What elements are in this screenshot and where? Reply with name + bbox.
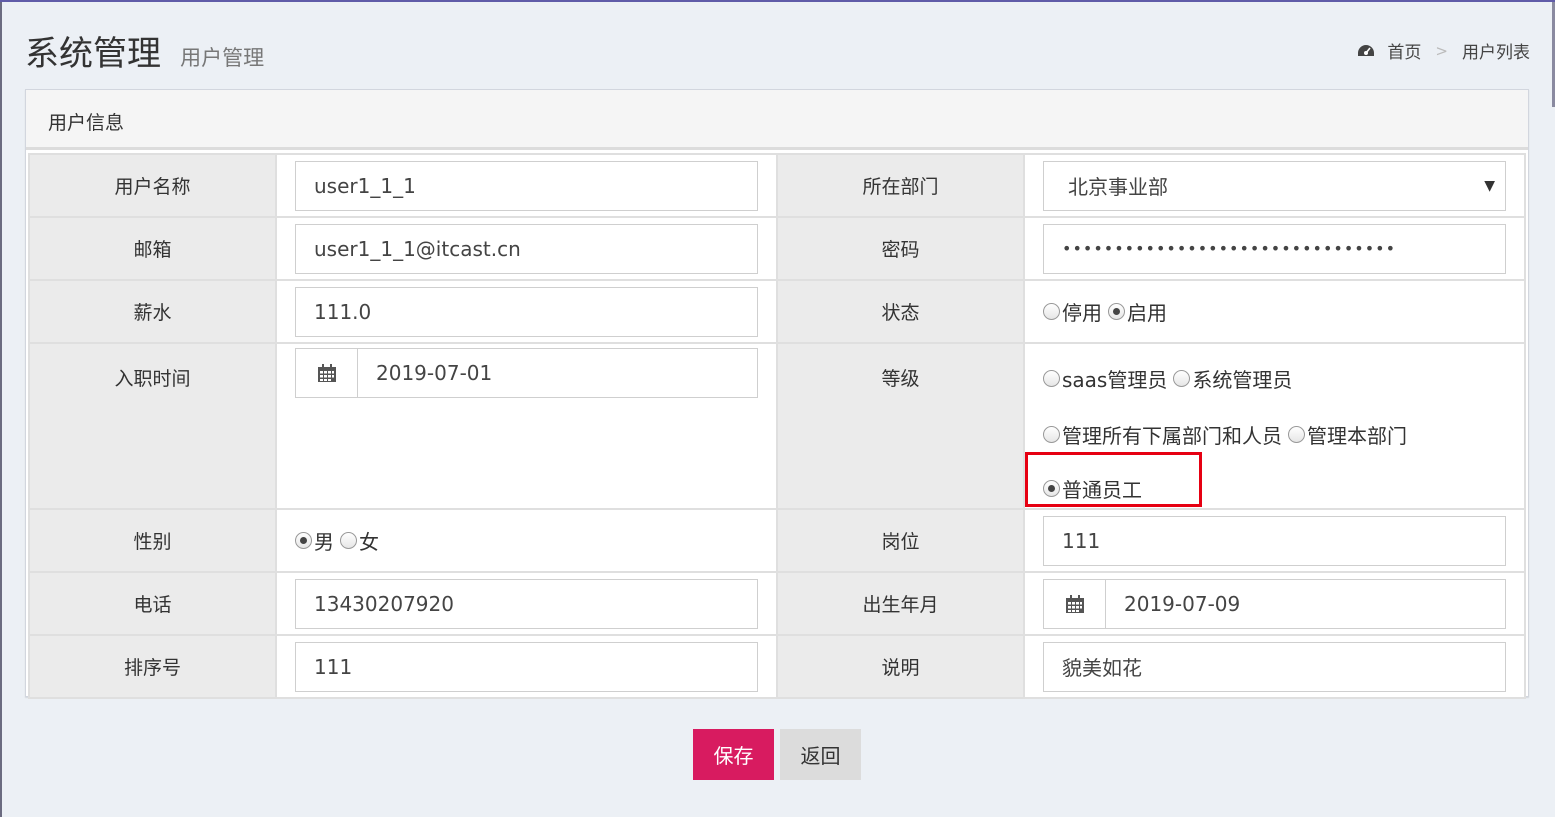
order-input[interactable]: 111 [295, 641, 758, 692]
grade-option-label: 管理本部门 [1307, 424, 1407, 448]
username-input[interactable]: user1_1_1 [295, 160, 758, 211]
status-option-label: 停用 [1062, 301, 1102, 325]
salary-input[interactable]: 111.0 [295, 286, 758, 337]
username-label: 用户名称 [28, 153, 277, 218]
status-label: 状态 [776, 279, 1025, 344]
gender-label: 性别 [28, 508, 277, 573]
birth-date-value: 2019-07-09 [1124, 591, 1241, 616]
remark-input[interactable]: 貌美如花 [1043, 641, 1506, 692]
grade-label: 等级 [776, 342, 1025, 510]
birth-date-input[interactable]: 2019-07-09 [1043, 578, 1506, 629]
grade-radio-own-dept[interactable] [1288, 426, 1305, 443]
back-button[interactable]: 返回 [780, 729, 861, 780]
post-label: 岗位 [776, 508, 1025, 573]
remark-label: 说明 [776, 634, 1025, 699]
calendar-icon [296, 349, 358, 397]
table-row: 排序号 111 说明 貌美如花 [28, 634, 1526, 699]
birth-label: 出生年月 [776, 571, 1025, 636]
hire-date-value: 2019-07-01 [376, 361, 493, 385]
breadcrumb-separator: > [1435, 41, 1448, 60]
breadcrumb: 首页 > 用户列表 [1357, 38, 1530, 63]
hire-date-input[interactable]: 2019-07-01 [295, 348, 758, 398]
table-row: 邮箱 user1_1_1@itcast.cn 密码 ••••••••••••••… [28, 216, 1526, 281]
grade-radio-employee[interactable] [1043, 480, 1060, 497]
grade-radio-system[interactable] [1173, 370, 1191, 387]
save-button[interactable]: 保存 [693, 729, 774, 780]
password-input[interactable]: •••••••••••••••••••••••••••••••• [1043, 223, 1506, 274]
status-option-label: 启用 [1127, 301, 1167, 325]
page-title: 系统管理 [25, 34, 161, 74]
phone-input[interactable]: 13430207920 [295, 578, 758, 629]
salary-label: 薪水 [28, 279, 277, 344]
gender-option-label: 女 [359, 530, 379, 554]
table-row: 薪水 111.0 状态 停用 启用 [28, 279, 1526, 344]
table-row: 用户名称 user1_1_1 所在部门 北京事业部 ▼ [28, 153, 1526, 218]
status-radio-group: 停用 启用 [1043, 297, 1506, 326]
grade-option-label: 管理所有下属部门和人员 [1062, 424, 1282, 448]
user-form-table: 用户名称 user1_1_1 所在部门 北京事业部 ▼ 邮箱 user1_1_1… [28, 153, 1526, 699]
calendar-icon [1044, 579, 1106, 628]
grade-option-label: saas管理员 [1062, 368, 1168, 392]
window-left-edge [0, 2, 2, 817]
gender-radio-male[interactable] [295, 532, 312, 549]
post-input[interactable]: 111 [1043, 515, 1506, 566]
chevron-down-icon: ▼ [1484, 177, 1495, 194]
dashboard-icon [1358, 44, 1375, 56]
box-title: 用户信息 [26, 90, 1528, 150]
content-header: 系统管理 用户管理 首页 > 用户列表 [25, 26, 1530, 74]
email-input[interactable]: user1_1_1@itcast.cn [295, 223, 758, 274]
gender-radio-female[interactable] [340, 532, 357, 549]
status-radio-enabled[interactable] [1108, 303, 1125, 320]
table-row: 入职时间 2019-07-01 等级 saas管理员 系统管理员 管理所有下属部… [28, 342, 1526, 510]
gender-radio-group: 男 女 [295, 526, 758, 555]
table-row: 电话 13430207920 出生年月 2019-07-09 [28, 571, 1526, 636]
form-actions: 保存 返回 [693, 729, 861, 780]
table-row: 性别 男 女 岗位 111 [28, 508, 1526, 573]
breadcrumb-current: 用户列表 [1462, 43, 1530, 63]
grade-radio-saas[interactable] [1043, 370, 1060, 387]
dept-select-value: 北京事业部 [1068, 175, 1168, 199]
hire-date-label: 入职时间 [28, 342, 277, 510]
status-radio-disabled[interactable] [1043, 303, 1060, 320]
dept-select[interactable]: 北京事业部 ▼ [1043, 160, 1506, 211]
phone-label: 电话 [28, 571, 277, 636]
breadcrumb-home[interactable]: 首页 [1387, 38, 1421, 63]
grade-radio-all-depts[interactable] [1043, 426, 1060, 443]
dept-label: 所在部门 [776, 153, 1025, 218]
email-label: 邮箱 [28, 216, 277, 281]
page-subtitle: 用户管理 [180, 46, 265, 70]
password-label: 密码 [776, 216, 1025, 281]
user-info-box: 用户信息 用户名称 user1_1_1 所在部门 北京事业部 ▼ 邮箱 user… [25, 89, 1529, 699]
grade-radio-group: saas管理员 系统管理员 管理所有下属部门和人员 管理本部门 普通员工 [1025, 344, 1524, 508]
gender-option-label: 男 [314, 530, 334, 554]
grade-option-label: 系统管理员 [1192, 368, 1293, 392]
order-label: 排序号 [28, 634, 277, 699]
